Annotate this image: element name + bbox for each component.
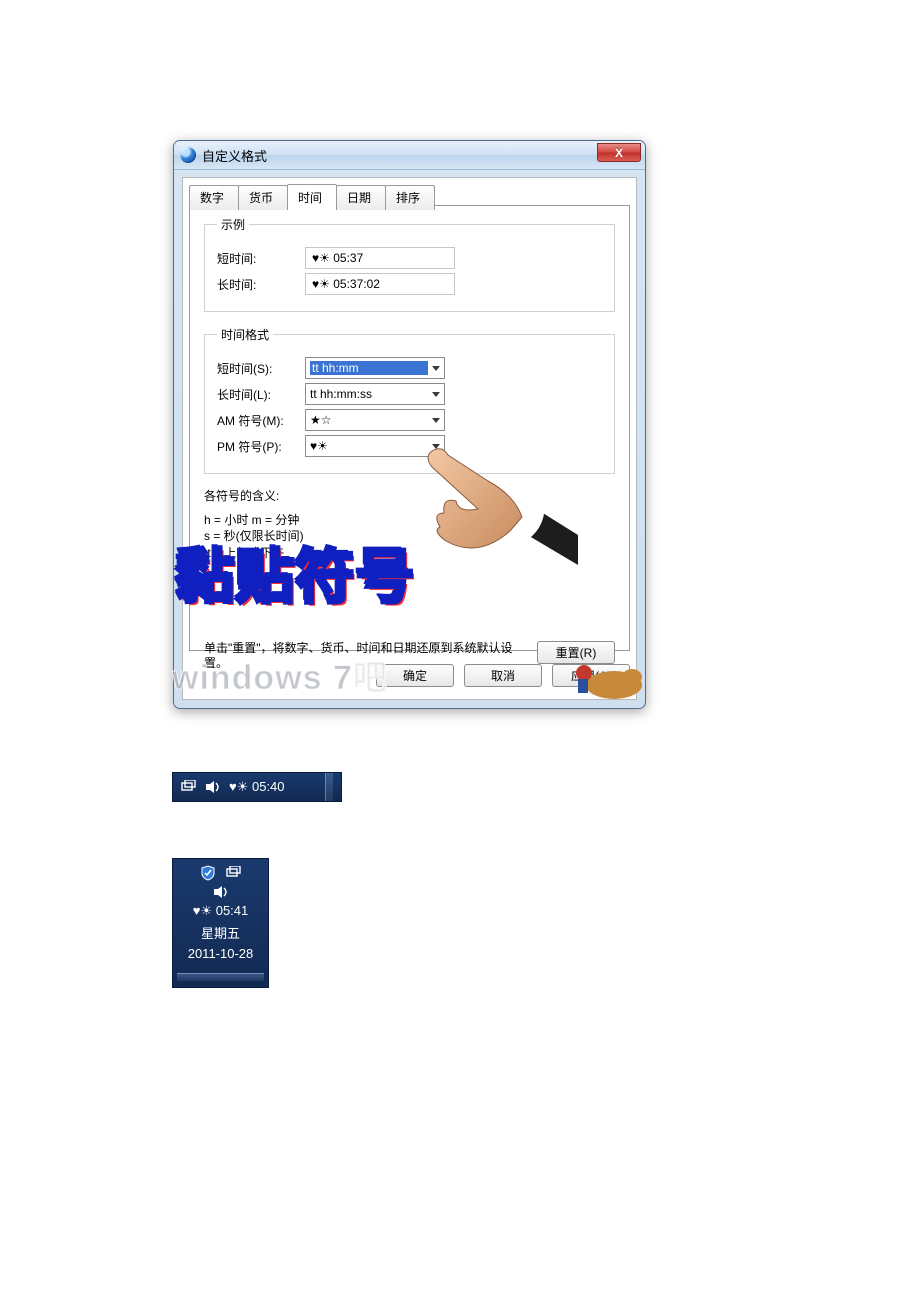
long-time-example-value: ♥☀ 05:37:02 bbox=[305, 273, 455, 295]
apply-button[interactable]: 应用(A) bbox=[552, 664, 630, 687]
volume-icon[interactable] bbox=[205, 780, 221, 794]
close-button[interactable]: X bbox=[597, 143, 641, 162]
chevron-down-icon bbox=[432, 418, 440, 423]
close-icon: X bbox=[615, 146, 623, 160]
titlebar[interactable]: 自定义格式 X bbox=[174, 141, 645, 170]
meaning-line-1: h = 小时 m = 分钟 bbox=[204, 512, 615, 528]
dialog-footer: 确定 取消 应用(A) bbox=[189, 659, 630, 691]
meaning-title: 各符号的含义: bbox=[204, 488, 615, 504]
taskbar-vertical: ♥☀ 05:41 星期五 2011-10-28 bbox=[172, 858, 269, 988]
show-desktop-button[interactable] bbox=[177, 973, 264, 981]
tab-panel-time: 示例 短时间: ♥☀ 05:37 长时间: ♥☀ 05:37:02 时间格式 bbox=[189, 205, 630, 651]
chevron-down-icon bbox=[432, 392, 440, 397]
cancel-button[interactable]: 取消 bbox=[464, 664, 542, 687]
short-time-format-value: tt hh:mm bbox=[310, 361, 428, 375]
short-time-example-value: ♥☀ 05:37 bbox=[305, 247, 455, 269]
meaning-block: 各符号的含义: h = 小时 m = 分钟 s = 秒(仅限长时间) tt = … bbox=[204, 488, 615, 561]
example-legend: 示例 bbox=[217, 216, 249, 233]
dialog-body: 数字 货币 时间 日期 排序 示例 短时间: ♥☀ 05:37 长时间: ♥☀ … bbox=[182, 177, 637, 700]
pm-symbol-combo[interactable]: ♥☀ bbox=[305, 435, 445, 457]
long-time-example-label: 长时间: bbox=[217, 276, 305, 293]
chevron-down-icon bbox=[432, 366, 440, 371]
meaning-line-2: s = 秒(仅限长时间) bbox=[204, 528, 615, 544]
am-symbol-value: ★☆ bbox=[310, 413, 428, 427]
short-time-example-label: 短时间: bbox=[217, 250, 305, 267]
tab-numbers[interactable]: 数字 bbox=[189, 185, 239, 210]
taskbar-date[interactable]: 2011-10-28 bbox=[188, 946, 254, 961]
taskbar-horizontal: ♥☀ 05:40 bbox=[172, 772, 342, 802]
pm-symbol-label: PM 符号(P): bbox=[217, 438, 305, 455]
long-time-format-value: tt hh:mm:ss bbox=[310, 387, 428, 401]
taskbar-time[interactable]: ♥☀ 05:41 bbox=[193, 903, 249, 919]
shield-icon[interactable] bbox=[200, 865, 216, 881]
network-icon[interactable] bbox=[181, 780, 197, 794]
format-group: 时间格式 短时间(S): tt hh:mm 长时间(L): tt hh:mm:s… bbox=[204, 326, 615, 474]
am-symbol-combo[interactable]: ★☆ bbox=[305, 409, 445, 431]
chevron-down-icon bbox=[432, 444, 440, 449]
pm-symbol-value: ♥☀ bbox=[310, 439, 428, 453]
globe-icon bbox=[180, 147, 196, 163]
taskbar-time[interactable]: ♥☀ 05:40 bbox=[229, 779, 285, 795]
example-group: 示例 短时间: ♥☀ 05:37 长时间: ♥☀ 05:37:02 bbox=[204, 216, 615, 312]
tab-sort[interactable]: 排序 bbox=[385, 185, 435, 210]
short-time-format-combo[interactable]: tt hh:mm bbox=[305, 357, 445, 379]
network-icon[interactable] bbox=[226, 865, 242, 881]
ok-button[interactable]: 确定 bbox=[376, 664, 454, 687]
show-desktop-button[interactable] bbox=[325, 773, 333, 801]
am-symbol-label: AM 符号(M): bbox=[217, 412, 305, 429]
long-time-format-label: 长时间(L): bbox=[217, 386, 305, 403]
taskbar-weekday[interactable]: 星期五 bbox=[201, 923, 240, 942]
volume-icon[interactable] bbox=[213, 885, 229, 899]
tab-currency[interactable]: 货币 bbox=[238, 185, 288, 210]
short-time-example-text: ♥☀ 05:37 bbox=[312, 251, 363, 265]
tab-strip: 数字 货币 时间 日期 排序 bbox=[189, 184, 434, 209]
long-time-example-text: ♥☀ 05:37:02 bbox=[312, 277, 380, 291]
meaning-line-3: tt = 上午或下午 bbox=[204, 545, 615, 561]
tab-date[interactable]: 日期 bbox=[336, 185, 386, 210]
short-time-format-label: 短时间(S): bbox=[217, 360, 305, 377]
custom-format-dialog: 自定义格式 X 数字 货币 时间 日期 排序 示例 短时间: ♥☀ 05:37 bbox=[173, 140, 646, 709]
format-legend: 时间格式 bbox=[217, 326, 273, 343]
long-time-format-combo[interactable]: tt hh:mm:ss bbox=[305, 383, 445, 405]
dialog-title: 自定义格式 bbox=[202, 146, 267, 165]
tab-time[interactable]: 时间 bbox=[287, 184, 337, 209]
